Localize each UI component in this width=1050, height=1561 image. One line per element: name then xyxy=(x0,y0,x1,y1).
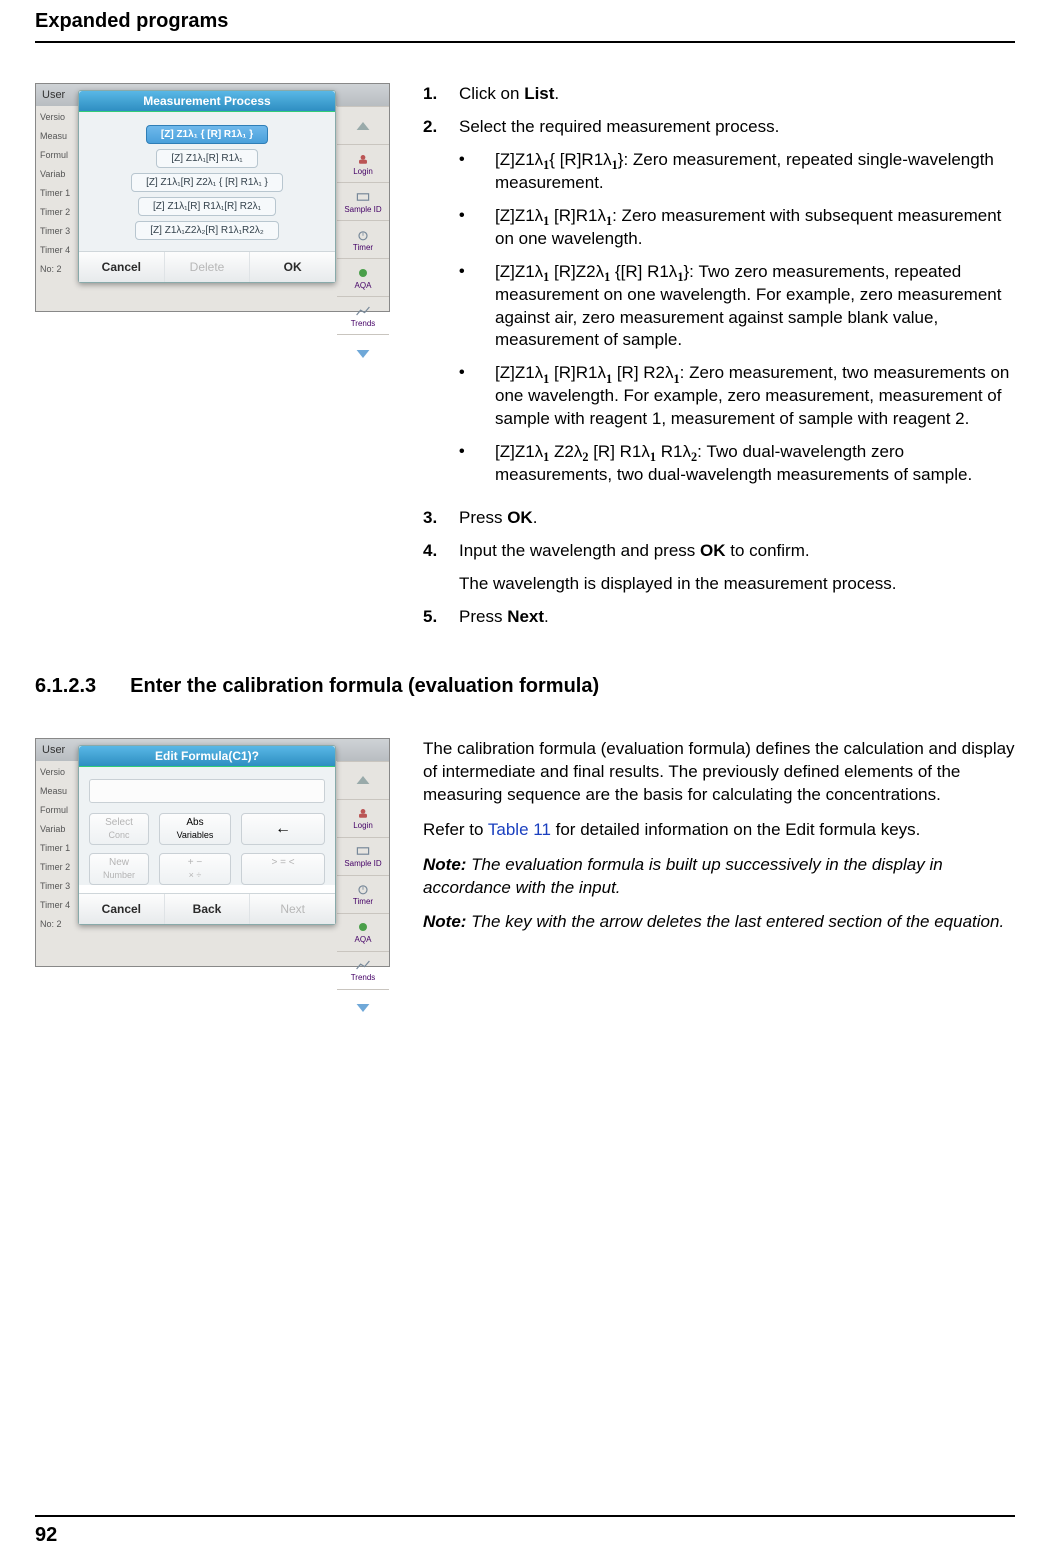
select-conc-button[interactable]: SelectConc xyxy=(89,813,149,845)
text: The wavelength is displayed in the measu… xyxy=(459,573,1015,596)
step-number: 5. xyxy=(423,606,459,629)
bullet-text: [Z]Z1λ1 [R]R1λ1: Zero measurement with s… xyxy=(495,205,1015,251)
sidebar-label: AQA xyxy=(355,281,372,290)
heading-number: 6.1.2.3 xyxy=(35,675,96,698)
process-option[interactable]: [Z] Z1λ₁Z2λ₂[R] R1λ₁R2λ₂ xyxy=(135,221,278,240)
arrow-left-icon: ← xyxy=(275,823,291,835)
text: . xyxy=(533,508,538,527)
cancel-button[interactable]: Cancel xyxy=(79,894,165,924)
next-button[interactable]: Next xyxy=(250,894,335,924)
bullet-text: [Z]Z1λ1 [R]Z2λ1 {[R] R1λ1}: Two zero mea… xyxy=(495,261,1015,353)
step-number: 1. xyxy=(423,83,459,106)
paragraph: Refer to Table 11 for detailed informati… xyxy=(423,819,1015,842)
table-11-link[interactable]: Table 11 xyxy=(488,820,551,839)
text: . xyxy=(544,607,549,626)
process-option[interactable]: [Z] Z1λ₁[R] R1λ₁[R] R2λ₁ xyxy=(138,197,276,216)
edit-formula-dialog: Edit Formula(C1)? SelectConc AbsVariable… xyxy=(78,745,336,925)
formula-field[interactable] xyxy=(89,779,325,803)
bullet-text: [Z]Z1λ1{ [R]R1λ1}: Zero measurement, rep… xyxy=(495,149,1015,195)
sidebar-trends[interactable]: Trends xyxy=(337,296,389,334)
operators-button[interactable]: + −× ÷ xyxy=(159,853,231,885)
back-button[interactable]: Back xyxy=(165,894,251,924)
bullet-text: [Z]Z1λ1 [R]R1λ1 [R] R2λ1: Zero measureme… xyxy=(495,362,1015,431)
measurement-process-dialog: Measurement Process [Z] Z1λ₁ { [R] R1λ₁ … xyxy=(78,90,336,283)
running-header: Expanded programs xyxy=(35,10,1015,39)
sidebar-label: Timer xyxy=(353,897,373,906)
text: Select the required measurement process. xyxy=(459,116,1015,139)
heading-title: Enter the calibration formula (evaluatio… xyxy=(130,675,599,698)
note: Note: The evaluation formula is built up… xyxy=(423,854,1015,900)
scroll-down-button[interactable] xyxy=(337,334,389,372)
bullet-mark: • xyxy=(459,441,495,487)
comparison-button[interactable]: > = < xyxy=(241,853,325,885)
step-number: 2. xyxy=(423,116,459,497)
sidebar-login[interactable]: Login xyxy=(337,144,389,182)
text: Input the wavelength and press xyxy=(459,541,700,560)
sidebar-right: Login Sample ID Timer AQA Trends xyxy=(337,106,389,372)
sidebar-label: AQA xyxy=(355,935,372,944)
process-option[interactable]: [Z] Z1λ₁[R] Z2λ₁ { [R] R1λ₁ } xyxy=(131,173,283,192)
bullet-mark: • xyxy=(459,261,495,353)
sidebar-label: Login xyxy=(353,167,373,176)
scroll-up-button[interactable] xyxy=(337,106,389,144)
ui-ref-ok: OK xyxy=(507,508,533,527)
sidebar-timer[interactable]: Timer xyxy=(337,220,389,258)
text: Click on xyxy=(459,84,524,103)
bullet-mark: • xyxy=(459,362,495,431)
sidebar-label: Login xyxy=(353,821,373,830)
dialog-title: Measurement Process xyxy=(79,91,335,112)
sidebar-timer[interactable]: Timer xyxy=(337,875,389,913)
header-rule xyxy=(35,41,1015,43)
text: Press xyxy=(459,508,507,527)
bullet-mark: • xyxy=(459,149,495,195)
process-option[interactable]: [Z] Z1λ₁[R] R1λ₁ xyxy=(156,149,257,168)
scroll-up-button[interactable] xyxy=(337,761,389,799)
sidebar-label: Trends xyxy=(351,973,376,982)
screenshot-measurement-process: User Versio Measu Formul Variab Timer 1 … xyxy=(35,83,390,312)
sidebar-sample-id[interactable]: Sample ID xyxy=(337,182,389,220)
cancel-button[interactable]: Cancel xyxy=(79,252,165,282)
bullet-mark: • xyxy=(459,205,495,251)
section-text: The calibration formula (evaluation form… xyxy=(423,738,1015,967)
instruction-text: 1. Click on List. 2. Select the required… xyxy=(423,83,1015,639)
step-number: 4. xyxy=(423,540,459,596)
sidebar-label: Timer xyxy=(353,243,373,252)
delete-button[interactable]: Delete xyxy=(165,252,251,282)
ui-ref-next: Next xyxy=(507,607,544,626)
page-number: 92 xyxy=(35,1524,57,1547)
process-option-selected[interactable]: [Z] Z1λ₁ { [R] R1λ₁ } xyxy=(146,125,268,144)
text: to confirm. xyxy=(726,541,810,560)
footer-rule xyxy=(35,1515,1015,1517)
sidebar-aqa[interactable]: AQA xyxy=(337,258,389,296)
text: . xyxy=(554,84,559,103)
backspace-button[interactable]: ← xyxy=(241,813,325,845)
sidebar-aqa[interactable]: AQA xyxy=(337,913,389,951)
text: Press xyxy=(459,607,507,626)
sidebar-sample-id[interactable]: Sample ID xyxy=(337,837,389,875)
paragraph: The calibration formula (evaluation form… xyxy=(423,738,1015,807)
ui-ref-ok: OK xyxy=(700,541,726,560)
abs-variables-button[interactable]: AbsVariables xyxy=(159,813,231,845)
new-number-button[interactable]: NewNumber xyxy=(89,853,149,885)
screenshot-edit-formula: User Versio Measu Formul Variab Timer 1 … xyxy=(35,738,390,967)
sidebar-right: Login Sample ID Timer AQA Trends xyxy=(337,761,389,1027)
sidebar-trends[interactable]: Trends xyxy=(337,951,389,989)
dialog-title: Edit Formula(C1)? xyxy=(79,746,335,767)
sidebar-login[interactable]: Login xyxy=(337,799,389,837)
note: Note: The key with the arrow deletes the… xyxy=(423,911,1015,934)
ok-button[interactable]: OK xyxy=(250,252,335,282)
ui-ref-list: List xyxy=(524,84,554,103)
bullet-text: [Z]Z1λ1 Z2λ2 [R] R1λ1 R1λ2: Two dual-wav… xyxy=(495,441,1015,487)
section-heading: 6.1.2.3 Enter the calibration formula (e… xyxy=(35,675,1015,698)
step-number: 3. xyxy=(423,507,459,530)
scroll-down-button[interactable] xyxy=(337,989,389,1027)
sidebar-label: Sample ID xyxy=(344,205,381,214)
sidebar-label: Sample ID xyxy=(344,859,381,868)
sidebar-label: Trends xyxy=(351,319,376,328)
